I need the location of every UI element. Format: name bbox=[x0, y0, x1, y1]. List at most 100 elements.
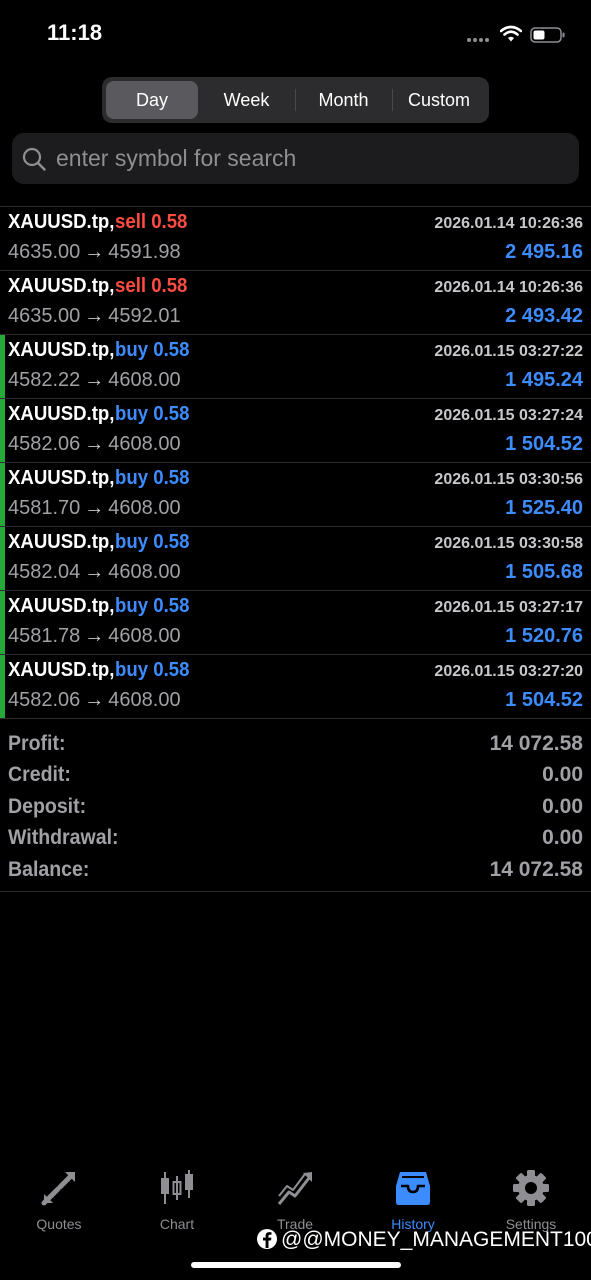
deal-time: 2026.01.15 03:30:58 bbox=[434, 535, 583, 552]
deal-prices: 4635.00 → 4592.01 bbox=[8, 305, 181, 328]
arrow-icon: → bbox=[84, 369, 105, 391]
summary-label: Balance: bbox=[8, 857, 90, 881]
summary-row-balance: Balance: 14 072.58 bbox=[0, 855, 591, 886]
quotes-icon bbox=[41, 1172, 75, 1206]
tab-settings[interactable]: Settings bbox=[481, 1168, 581, 1232]
search-icon bbox=[22, 147, 46, 171]
deal-profit: 1 520.76 bbox=[505, 625, 583, 647]
tab-month[interactable]: Month bbox=[296, 81, 391, 119]
period-segmented-control: Day Week Month Custom bbox=[102, 77, 489, 123]
arrow-icon: → bbox=[84, 497, 105, 519]
summary-label: Credit: bbox=[8, 763, 71, 787]
tab-custom[interactable]: Custom bbox=[393, 81, 485, 119]
deal-type: buy 0.58 bbox=[115, 659, 190, 681]
deal-symbol: XAUUSD.tp, bbox=[8, 595, 115, 617]
deal-profit: 1 504.52 bbox=[505, 433, 583, 455]
summary-value: 14 072.58 bbox=[489, 732, 583, 755]
close-price: 4608.00 bbox=[108, 497, 181, 519]
account-summary: Profit: 14 072.58 Credit: 0.00 Deposit: … bbox=[0, 729, 591, 892]
deal-profit: 1 505.68 bbox=[505, 561, 583, 583]
open-price: 4581.70 bbox=[8, 497, 81, 519]
summary-label: Withdrawal: bbox=[8, 826, 119, 850]
open-price: 4582.06 bbox=[8, 689, 81, 711]
deal-symbol: XAUUSD.tp, bbox=[8, 403, 115, 425]
search-bar[interactable] bbox=[12, 133, 579, 184]
summary-value: 14 072.58 bbox=[489, 857, 583, 881]
open-price: 4582.22 bbox=[8, 369, 81, 391]
summary-value: 0.00 bbox=[542, 763, 583, 787]
deal-type: buy 0.58 bbox=[115, 403, 190, 425]
deal-profit: 2 495.16 bbox=[505, 241, 583, 263]
summary-row-deposit: Deposit: 0.00 bbox=[0, 792, 591, 823]
facebook-icon bbox=[257, 1229, 277, 1249]
deal-symbol: XAUUSD.tp, bbox=[8, 211, 115, 233]
close-price: 4608.00 bbox=[108, 561, 181, 583]
deals-list: XAUUSD.tp, sell 0.58 4635.00 → 4591.98 202… bbox=[0, 207, 591, 719]
signal-icon bbox=[467, 38, 493, 43]
tab-history[interactable]: History bbox=[363, 1168, 463, 1232]
deal-prices: 4581.78 → 4608.00 bbox=[8, 625, 181, 648]
open-price: 4582.04 bbox=[8, 561, 81, 583]
deal-type: sell 0.58 bbox=[115, 211, 188, 233]
deal-prices: 4581.70 → 4608.00 bbox=[8, 497, 181, 520]
close-price: 4608.00 bbox=[108, 433, 181, 455]
deal-row[interactable]: XAUUSD.tp, buy 0.58 4582.04 → 4608.00 2026… bbox=[0, 527, 591, 591]
deal-symbol: XAUUSD.tp, bbox=[8, 659, 115, 681]
deal-profit: 1 495.24 bbox=[505, 369, 583, 391]
status-time: 11:18 bbox=[47, 20, 103, 45]
deal-row[interactable]: XAUUSD.tp, sell 0.58 4635.00 → 4592.01 202… bbox=[0, 271, 591, 335]
deal-profit: 1 525.40 bbox=[505, 497, 583, 519]
tab-week[interactable]: Week bbox=[200, 81, 293, 119]
deal-symbol: XAUUSD.tp, bbox=[8, 467, 115, 489]
tab-trade[interactable]: Trade bbox=[245, 1168, 345, 1232]
deal-prices: 4582.06 → 4608.00 bbox=[8, 433, 181, 456]
deal-prices: 4582.06 → 4608.00 bbox=[8, 689, 181, 712]
deal-profit: 1 504.52 bbox=[505, 689, 583, 711]
deal-row[interactable]: XAUUSD.tp, sell 0.58 4635.00 → 4591.98 202… bbox=[0, 207, 591, 271]
deal-time: 2026.01.15 03:30:56 bbox=[434, 471, 583, 488]
tab-chart[interactable]: Chart bbox=[127, 1168, 227, 1232]
search-input[interactable] bbox=[56, 133, 566, 184]
deal-prices: 4582.22 → 4608.00 bbox=[8, 369, 181, 392]
deal-row[interactable]: XAUUSD.tp, buy 0.58 4581.70 → 4608.00 2026… bbox=[0, 463, 591, 527]
deal-time: 2026.01.15 03:27:22 bbox=[434, 343, 583, 360]
deal-symbol: XAUUSD.tp, bbox=[8, 531, 115, 553]
summary-value: 0.00 bbox=[542, 826, 583, 850]
status-bar: 11:18 bbox=[0, 0, 591, 70]
open-price: 4582.06 bbox=[8, 433, 81, 455]
home-indicator[interactable] bbox=[191, 1262, 401, 1268]
deal-time: 2026.01.15 03:27:20 bbox=[434, 663, 583, 680]
arrow-icon: → bbox=[84, 305, 105, 327]
close-price: 4608.00 bbox=[108, 369, 181, 391]
battery-icon bbox=[530, 27, 565, 43]
deal-time: 2026.01.14 10:26:36 bbox=[434, 215, 583, 232]
deal-prices: 4582.04 → 4608.00 bbox=[8, 561, 181, 584]
deal-row[interactable]: XAUUSD.tp, buy 0.58 4582.06 → 4608.00 2026… bbox=[0, 399, 591, 463]
deal-symbol: XAUUSD.tp, bbox=[8, 339, 115, 361]
arrow-icon: → bbox=[84, 689, 105, 711]
wifi-icon bbox=[500, 25, 522, 42]
summary-row-credit: Credit: 0.00 bbox=[0, 760, 591, 791]
open-price: 4635.00 bbox=[8, 305, 81, 327]
open-price: 4635.00 bbox=[8, 241, 81, 263]
deal-row[interactable]: XAUUSD.tp, buy 0.58 4582.22 → 4608.00 2026… bbox=[0, 335, 591, 399]
history-icon bbox=[396, 1172, 430, 1205]
watermark-text: @@MONEY_MANAGEMENT100 bbox=[281, 1228, 591, 1251]
summary-row-profit: Profit: 14 072.58 bbox=[0, 729, 591, 760]
deal-time: 2026.01.14 10:26:36 bbox=[434, 279, 583, 296]
arrow-icon: → bbox=[84, 625, 105, 647]
deal-type: buy 0.58 bbox=[115, 595, 190, 617]
arrow-icon: → bbox=[84, 433, 105, 455]
deal-row[interactable]: XAUUSD.tp, buy 0.58 4582.06 → 4608.00 2026… bbox=[0, 655, 591, 719]
deal-type: sell 0.58 bbox=[115, 275, 188, 297]
summary-label: Profit: bbox=[8, 732, 66, 755]
tab-quotes[interactable]: Quotes bbox=[9, 1168, 109, 1232]
tab-day[interactable]: Day bbox=[106, 81, 198, 119]
close-price: 4608.00 bbox=[108, 625, 181, 647]
close-price: 4592.01 bbox=[108, 305, 181, 327]
deal-row[interactable]: XAUUSD.tp, buy 0.58 4581.78 → 4608.00 2026… bbox=[0, 591, 591, 655]
arrow-icon: → bbox=[84, 241, 105, 263]
deal-type: buy 0.58 bbox=[115, 531, 190, 553]
watermark: @@MONEY_MANAGEMENT100 bbox=[257, 1228, 591, 1254]
chart-icon bbox=[161, 1170, 193, 1204]
